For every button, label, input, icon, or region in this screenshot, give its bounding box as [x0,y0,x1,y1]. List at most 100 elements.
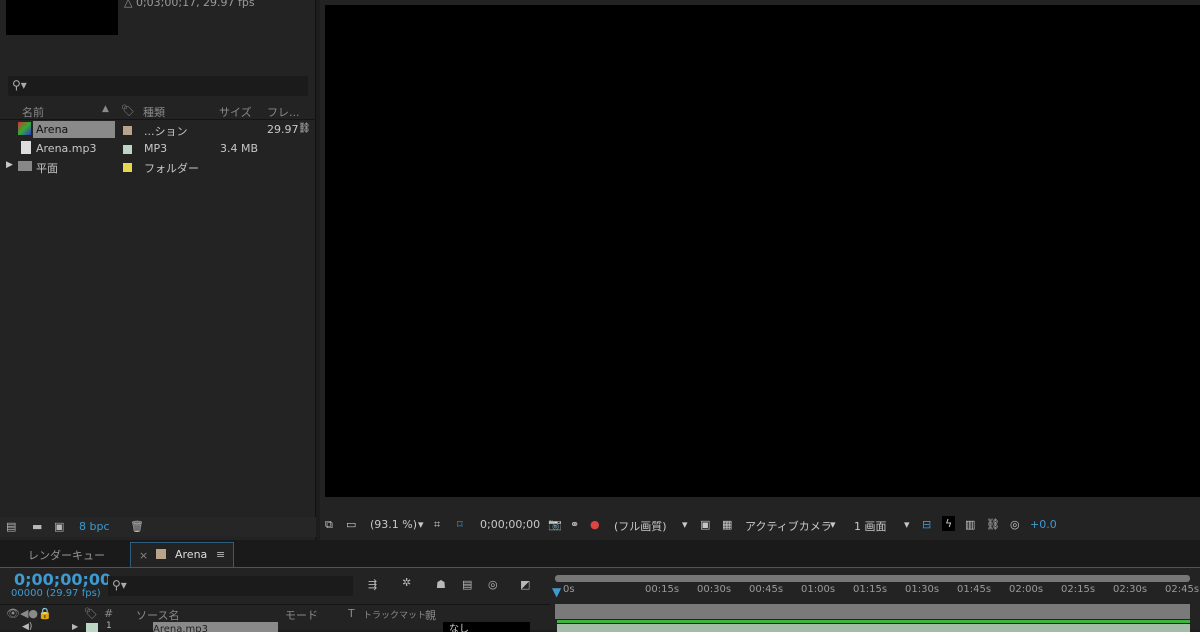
render-bar [557,620,1190,623]
item-name[interactable]: Arena [33,121,115,138]
search-icon: ⚲▾ [112,578,127,592]
channel-icon[interactable]: ● [590,518,600,531]
column-name[interactable]: 名前 [22,104,44,120]
expand-triangle-icon[interactable]: ▶ [6,160,13,170]
column-number: # [104,607,114,620]
bit-depth-button[interactable]: 8 bpc [79,520,110,533]
time-ruler[interactable]: 0s 00:15s 00:30s 00:45s 01:00s 01:15s 01:30s 01… [555,568,1199,604]
new-folder-icon[interactable]: ▬ [32,520,42,533]
column-parent: 親 [425,609,436,622]
new-composition-icon[interactable]: ▣ [54,520,64,533]
tab-render-queue[interactable]: レンダーキュー [28,547,105,563]
ruler-tick-label: 02:45s [1165,584,1200,595]
timeline-search-input[interactable]: ⚲▾ [108,576,353,596]
ruler-tick-label: 01:45s [957,584,992,595]
work-area-bar[interactable] [555,604,1190,619]
ruler-tick-label: 00:15s [645,584,680,595]
always-preview-icon[interactable]: ⧉ [325,518,333,532]
parent-dropdown[interactable]: なし [443,622,530,632]
composition-icon [18,122,31,135]
interpret-footage-icon[interactable]: ▤ [6,520,16,533]
fast-preview-icon[interactable]: ϟ [942,516,956,531]
project-columns: 名前 ▲ 🏷 種類 サイズ フレ... [0,102,316,120]
resolution-dropdown[interactable]: (フル画質) [614,518,667,534]
flowchart-icon[interactable]: ⛓ [298,123,311,134]
layer-row[interactable]: ◀) ▶ 1 Arena.mp3 なし [0,621,550,632]
snapshot-icon[interactable]: 📷 [548,518,562,531]
tab-arena[interactable]: × Arena ≡ [130,542,234,568]
tab-label: Arena [175,548,208,561]
label-icon[interactable]: 🏷 [121,104,135,117]
timeline-icon[interactable]: ▥ [965,518,975,531]
project-item[interactable]: Arena ...ション 29.97 ⛓ [0,121,311,139]
ruler-tick-label: 01:00s [801,584,836,595]
project-item[interactable]: Arena.mp3 MP3 3.4 MB [0,140,298,158]
label-swatch[interactable] [123,163,132,172]
mask-visibility-icon[interactable]: ⌑ [457,518,463,531]
chevron-down-icon[interactable]: ▾ [830,518,836,531]
label-swatch[interactable] [123,126,132,135]
current-time[interactable]: 0;00;00;00 [480,518,540,531]
chevron-down-icon[interactable]: ▾ [682,518,688,531]
audio-icon[interactable]: ◀) [22,622,32,632]
item-name: Arena.mp3 [36,142,97,155]
project-footer: ▤ ▬ ▣ 8 bpc 🗑 [0,517,316,537]
layer-duration-bar[interactable] [557,624,1190,632]
transparency-grid-icon[interactable]: ▦ [722,518,732,531]
exposure-value[interactable]: +0.0 [1030,518,1057,531]
ruler-tick-label: 01:15s [853,584,888,595]
frame-count: 00000 (29.97 fps) [11,588,101,599]
item-type: ...ション [144,125,188,138]
ruler-tick-label: 00:30s [697,584,732,595]
playhead-icon[interactable]: ▼ [552,585,561,599]
column-mode: モード [285,609,318,622]
ruler-tick-label: 0s [563,584,575,595]
chevron-down-icon[interactable]: ▾ [904,518,910,531]
column-type[interactable]: 種類 [143,104,165,120]
ruler-tick-label: 02:30s [1113,584,1148,595]
panel-menu-icon[interactable]: ≡ [216,548,225,561]
project-search-input[interactable]: ⚲▾ [8,76,308,96]
ruler-tick-label: 01:30s [905,584,940,595]
item-fps: 29.97 [267,123,299,136]
exposure-icon[interactable]: ◎ [1010,518,1020,531]
region-of-interest-icon[interactable]: ▣ [700,518,710,531]
draft-3d-icon[interactable]: ✲ [402,576,411,589]
project-item[interactable]: ▶ 平面 フォルダー [0,158,298,176]
item-name: 平面 [36,162,58,175]
zoom-dropdown[interactable]: (93.1 %) [370,518,417,531]
label-swatch[interactable] [86,623,98,632]
shy-layers-icon[interactable]: ☗ [436,578,446,591]
chevron-down-icon[interactable]: ▾ [418,518,424,531]
flowchart-icon[interactable]: ⛓ [986,518,1000,531]
graph-editor-icon[interactable]: ◩ [520,578,530,591]
item-type: フォルダー [144,162,199,175]
close-icon[interactable]: × [139,549,148,562]
label-icon: 🏷 [84,607,98,620]
column-size[interactable]: サイズ [219,104,252,120]
layer-name[interactable]: Arena.mp3 [153,622,278,632]
item-type: MP3 [144,142,168,155]
column-source-name[interactable]: ソース名 [136,607,179,623]
show-snapshot-icon[interactable]: ⚭ [570,518,579,531]
camera-dropdown[interactable]: アクティブカメラ [745,518,832,534]
trash-icon[interactable]: 🗑 [130,520,144,533]
views-dropdown[interactable]: 1 画面 [854,518,887,534]
ruler-tick-label: 02:00s [1009,584,1044,595]
toggle-pixel-aspect-icon[interactable]: ⊟ [922,518,931,531]
layer-columns: 👁◀●🔒 🏷 # ソース名 モード T トラックマット 親 [0,604,550,623]
composition-canvas[interactable] [325,5,1200,497]
motion-blur-icon[interactable]: ◎ [488,578,498,591]
title-safe-icon[interactable]: ⌗ [434,518,440,532]
comp-mini-flowchart-icon[interactable]: ⇶ [368,578,377,591]
frame-blending-icon[interactable]: ▤ [462,578,472,591]
preview-thumbnail [6,0,118,35]
label-swatch[interactable] [123,145,132,154]
audio-file-icon [21,141,31,154]
sort-up-icon[interactable]: ▲ [102,104,109,114]
monitor-icon[interactable]: ▭ [346,518,356,531]
column-t: T [348,607,355,620]
column-frame[interactable]: フレ... [267,104,300,120]
timeline-current-time[interactable]: 0;00;00;00 [14,570,111,589]
ruler-tick-label: 00:45s [749,584,784,595]
